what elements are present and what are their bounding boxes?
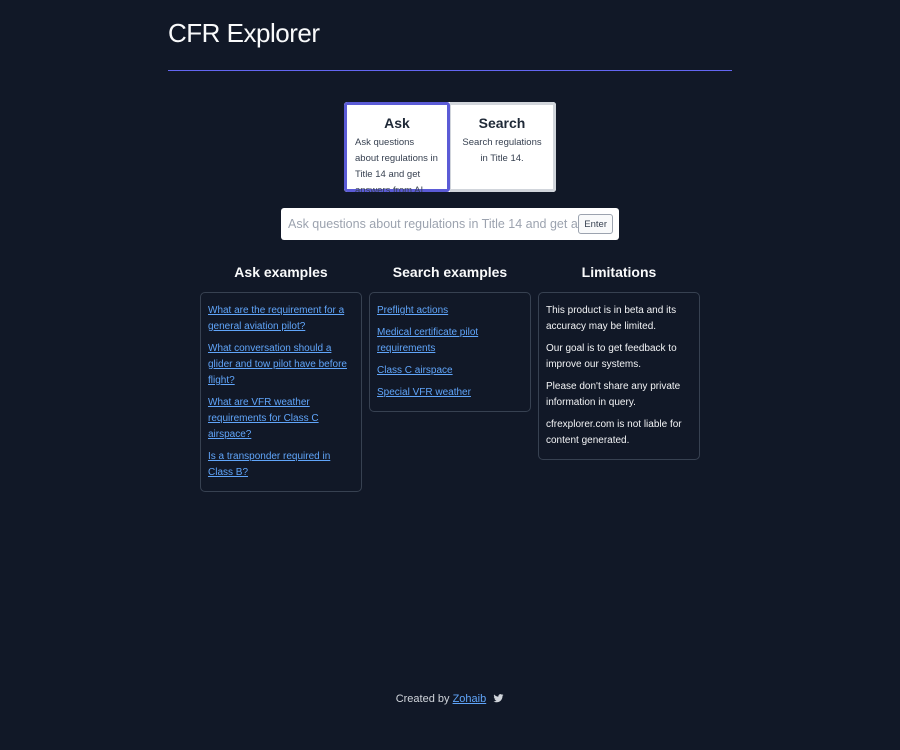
limitation-text: cfrexplorer.com is not liable for conten… [546, 419, 682, 446]
limitation-text: Please don't share any private informati… [546, 381, 681, 408]
limitations-heading: Limitations [581, 264, 657, 280]
search-example-link[interactable]: Class C airspace [377, 365, 453, 376]
mode-ask-description: Ask questions about regulations in Title… [355, 137, 438, 192]
header-divider [168, 70, 732, 71]
list-item: Medical certificate pilot requirements [377, 325, 523, 357]
mode-search-title: Search [478, 115, 526, 131]
search-example-link[interactable]: Medical certificate pilot requirements [377, 327, 478, 354]
footer: Created by Zohaib [0, 693, 900, 705]
ask-example-link[interactable]: What conversation should a glider and to… [208, 343, 347, 386]
app-title: CFR Explorer [168, 18, 320, 48]
limitation-text: Our goal is to get feedback to improve o… [546, 343, 677, 370]
query-input[interactable] [288, 217, 579, 231]
twitter-icon[interactable] [493, 693, 504, 704]
author-link[interactable]: Zohaib [453, 693, 487, 705]
list-item: Is a transponder required in Class B? [208, 449, 354, 481]
list-item: What are the requirement for a general a… [208, 303, 354, 335]
search-examples-heading: Search examples [392, 264, 508, 280]
search-examples-card: Preflight actions Medical certificate pi… [369, 292, 531, 412]
limitations-card: This product is in beta and its accuracy… [538, 292, 700, 460]
ask-example-link[interactable]: What are VFR weather requirements for Cl… [208, 397, 319, 440]
ask-example-link[interactable]: What are the requirement for a general a… [208, 305, 344, 332]
limitation-text: This product is in beta and its accuracy… [546, 305, 677, 332]
search-example-link[interactable]: Preflight actions [377, 305, 448, 316]
list-item: What conversation should a glider and to… [208, 341, 354, 389]
list-item: Class C airspace [377, 363, 523, 379]
footer-prefix: Created by [395, 693, 450, 705]
ask-examples-section: Ask examples What are the requirement fo… [200, 264, 362, 492]
search-examples-section: Search examples Preflight actions Medica… [369, 264, 531, 412]
mode-search-option[interactable]: Search Search regulations in Title 14. [450, 102, 556, 192]
ask-examples-heading: Ask examples [234, 264, 328, 280]
list-item: What are VFR weather requirements for Cl… [208, 395, 354, 443]
limitations-section: Limitations This product is in beta and … [538, 264, 700, 460]
search-example-link[interactable]: Special VFR weather [377, 387, 471, 398]
mode-search-description: Search regulations in Title 14. [462, 137, 542, 164]
mode-ask-title: Ask [384, 115, 410, 131]
ask-examples-card: What are the requirement for a general a… [200, 292, 362, 492]
list-item: Special VFR weather [377, 385, 523, 401]
enter-button[interactable]: Enter [578, 214, 613, 234]
ask-example-link[interactable]: Is a transponder required in Class B? [208, 451, 330, 478]
mode-ask-option[interactable]: Ask Ask questions about regulations in T… [344, 102, 450, 192]
list-item: Preflight actions [377, 303, 523, 319]
query-bar: Enter [281, 208, 619, 240]
mode-selector: Ask Ask questions about regulations in T… [344, 102, 556, 192]
